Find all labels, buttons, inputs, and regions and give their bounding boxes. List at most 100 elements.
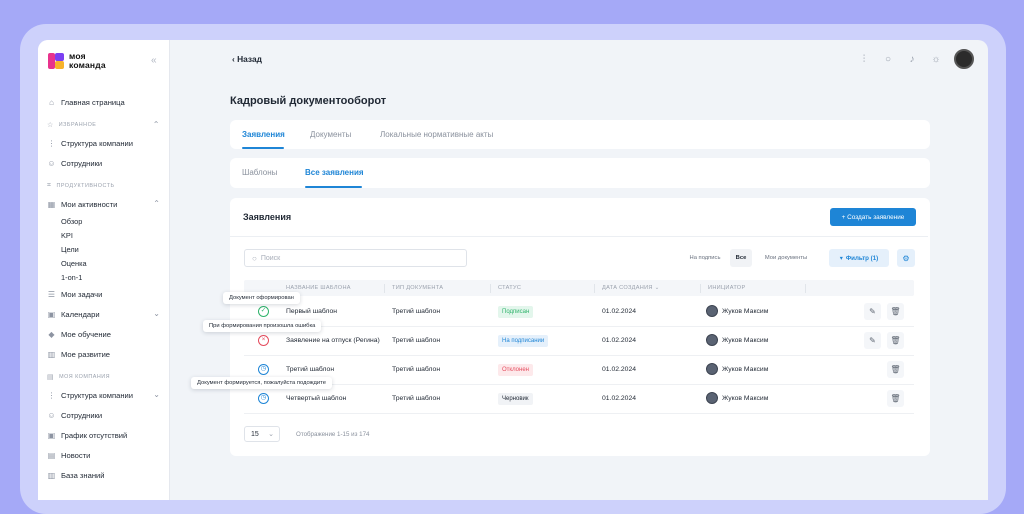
tab-all-applications[interactable]: Все заявления (305, 168, 364, 177)
filter-button[interactable]: ▾ Фильтр (1) (829, 249, 889, 267)
column-header-label: ДАТА СОЗДАНИЯ (602, 285, 653, 291)
tab-active-indicator (242, 147, 284, 149)
bell-icon[interactable]: ♪ (906, 54, 918, 65)
card-title: Заявления (243, 212, 292, 222)
sidebar-item-learning[interactable]: ◆ Мое обучение (38, 324, 170, 344)
segment-my-documents[interactable]: Мои документы (758, 249, 814, 267)
cell-type: Третий шаблон (392, 395, 441, 402)
sidebar-item-label: Сотрудники (61, 410, 103, 420)
column-header-status[interactable]: СТАТУС (498, 285, 521, 291)
delete-button[interactable]: 🗑 (887, 303, 904, 320)
clock-icon[interactable]: ◷ (258, 364, 269, 375)
sidebar-item-tasks[interactable]: ☰ Мои задачи (38, 284, 170, 304)
tab-applications[interactable]: Заявления (242, 130, 285, 139)
tooltip-pending: Документ формируется, пожалуйста подожди… (191, 377, 332, 389)
sidebar-subitem-overview[interactable]: Обзор (38, 214, 170, 228)
sidebar-item-activities[interactable]: ▦ Мои активности ⌃ (38, 194, 170, 214)
segment-all[interactable]: Все (730, 249, 752, 267)
chevron-up-icon[interactable]: ⌃ (153, 199, 160, 208)
sidebar-item-structure-fav[interactable]: ⋮ Структура компании (38, 133, 170, 153)
clock-icon[interactable]: ◷ (258, 393, 269, 404)
calendar-icon: ▣ (47, 430, 56, 440)
delete-button[interactable]: 🗑 (887, 332, 904, 349)
users-icon: ☺ (47, 410, 56, 420)
column-header-type[interactable]: ТИП ДОКУМЕНТА (392, 285, 443, 291)
chevron-down-icon[interactable]: ⌄ (153, 309, 160, 318)
initiator-name: Жуков Максим (722, 365, 769, 373)
avatar (706, 334, 718, 346)
sidebar-item-calendars[interactable]: ▣ Календари ⌄ (38, 304, 170, 324)
sun-icon[interactable]: ☼ (930, 54, 942, 65)
tab-local-acts[interactable]: Локальные нормативные акты (380, 130, 493, 139)
table-row[interactable]: ✓ Первый шаблон Третий шаблон Подписан 0… (244, 298, 914, 327)
avatar[interactable] (954, 49, 974, 69)
cell-name: Первый шаблон (286, 308, 338, 315)
table-settings-button[interactable]: ⚙ (897, 249, 915, 267)
chevron-down-icon: ⌄ (268, 431, 274, 438)
sidebar-subitem-evaluation[interactable]: Оценка (38, 256, 170, 270)
delete-button[interactable]: 🗑 (887, 390, 904, 407)
sidebar-item-label: График отсутствий (61, 430, 128, 440)
microphone-icon[interactable]: ⫶ (858, 54, 870, 65)
section-title: ИЗБРАННОЕ (58, 121, 97, 128)
sidebar-item-absences[interactable]: ▣ График отсутствий (38, 425, 170, 445)
sidebar-item-structure[interactable]: ⋮ Структура компании ⌄ (38, 385, 170, 405)
sidebar-item-home[interactable]: ⌂ Главная страница (38, 92, 170, 112)
page-size-select[interactable]: 15 ⌄ (244, 426, 280, 442)
back-button[interactable]: ‹ Назад (232, 54, 262, 64)
chevron-up-icon[interactable]: ⌃ (153, 120, 160, 129)
table-row[interactable]: × Заявление на отпуск (Регина) Третий ша… (244, 327, 914, 356)
section-title: МОЯ КОМПАНИЯ (59, 373, 110, 380)
sidebar-item-knowledge-base[interactable]: ▥ База знаний (38, 465, 170, 485)
sidebar-item-news[interactable]: ▤ Новости (38, 445, 170, 465)
filter-label: Фильтр (1) (845, 254, 879, 262)
sidebar-nav: ⌂ Главная страница ☆ ИЗБРАННОЕ ⌃ ⋮ Струк… (38, 92, 170, 485)
sidebar-subitem-1on1[interactable]: 1-on-1 (38, 270, 170, 284)
column-header-date[interactable]: ДАТА СОЗДАНИЯ ⌄ (602, 285, 660, 291)
tooltip-error: При формирования произошла ошибка (203, 320, 322, 332)
column-header-name[interactable]: НАЗВАНИЕ ШАБЛОНА (286, 285, 351, 291)
section-title: ПРОДУКТИВНОСТЬ (56, 182, 115, 189)
applications-card: Заявления + Создать заявление ○ Поиск На… (230, 198, 930, 456)
tooltip-formed: Документ оформирован (223, 292, 300, 304)
error-circle-icon[interactable]: × (258, 335, 269, 346)
logo[interactable]: моя команда (48, 52, 106, 70)
sidebar-item-employees-fav[interactable]: ☺ Сотрудники (38, 153, 170, 173)
tab-templates[interactable]: Шаблоны (242, 168, 277, 177)
search-input[interactable]: ○ Поиск (244, 249, 467, 267)
sidebar-subitem-kpi[interactable]: KPI (38, 228, 170, 242)
avatar (706, 392, 718, 404)
create-application-button[interactable]: + Создать заявление (830, 208, 916, 226)
avatar (706, 305, 718, 317)
sidebar-item-label: Мои активности (61, 199, 118, 209)
table-row[interactable]: ◷ Четвертый шаблон Третий шаблон Чернови… (244, 385, 914, 414)
edit-button[interactable]: ✎ (864, 332, 881, 349)
page-title: Кадровый документооборот (230, 95, 387, 107)
status-badge: Подписан (498, 306, 534, 318)
chevron-down-icon[interactable]: ⌄ (153, 390, 160, 399)
collapse-sidebar-icon[interactable]: « (151, 55, 157, 66)
cell-type: Третий шаблон (392, 366, 441, 373)
section-company: ▤ МОЯ КОМПАНИЯ (38, 368, 170, 385)
cell-type: Третий шаблон (392, 337, 441, 344)
sidebar-item-development[interactable]: ▥ Мое развитие (38, 344, 170, 364)
check-circle-icon[interactable]: ✓ (258, 306, 269, 317)
search-icon[interactable]: ○ (882, 54, 894, 65)
sidebar-item-employees[interactable]: ☺ Сотрудники (38, 405, 170, 425)
segment-to-sign[interactable]: На подпись (684, 249, 726, 267)
delete-button[interactable]: 🗑 (887, 361, 904, 378)
tab-documents[interactable]: Документы (310, 130, 351, 139)
book-icon: ▥ (47, 349, 56, 359)
sidebar-item-label: Мое развитие (61, 349, 111, 359)
cell-name: Заявление на отпуск (Регина) (286, 337, 380, 344)
column-header-initiator[interactable]: ИНИЦИАТОР (708, 285, 745, 291)
cell-date: 01.02.2024 (602, 337, 637, 344)
cell-date: 01.02.2024 (602, 308, 637, 315)
edit-button[interactable]: ✎ (864, 303, 881, 320)
table-row[interactable]: ◷ Третий шаблон Третий шаблон Отклонен 0… (244, 356, 914, 385)
sidebar-subitem-goals[interactable]: Цели (38, 242, 170, 256)
section-favorites[interactable]: ☆ ИЗБРАННОЕ ⌃ (38, 116, 170, 133)
top-icons: ⫶ ○ ♪ ☼ (858, 49, 974, 69)
logo-icon (48, 53, 64, 69)
secondary-tabs: Шаблоны Все заявления (230, 158, 930, 188)
